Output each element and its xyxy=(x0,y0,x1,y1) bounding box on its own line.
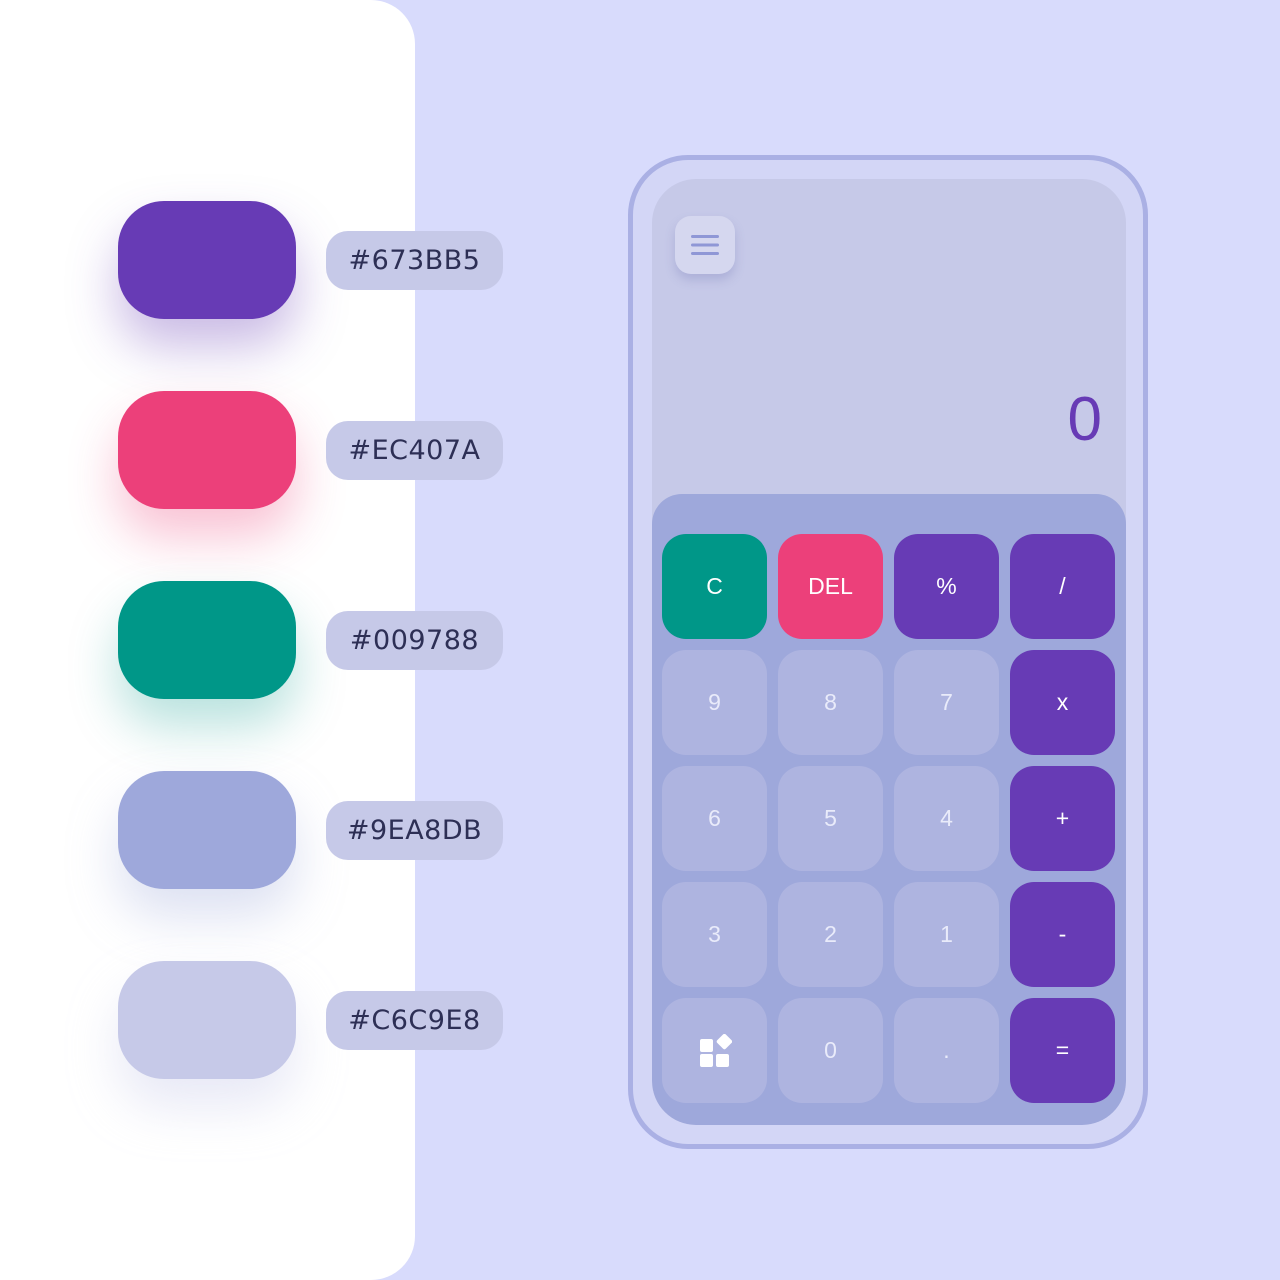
swatch-hex-label: #C6C9E8 xyxy=(326,991,503,1050)
digit-2-button[interactable]: 2 xyxy=(778,882,883,987)
percent-button[interactable]: % xyxy=(894,534,999,639)
digit-3-button[interactable]: 3 xyxy=(662,882,767,987)
swatch-hex-label: #9EA8DB xyxy=(326,801,503,860)
swatch-hex-label: #EC407A xyxy=(326,421,503,480)
add-button[interactable]: + xyxy=(1010,766,1115,871)
digit-5-button[interactable]: 5 xyxy=(778,766,883,871)
swatch-row-periwinkle: #9EA8DB xyxy=(118,771,508,891)
swatch-hex-label: #673BB5 xyxy=(326,231,503,290)
swatch-row-pink: #EC407A xyxy=(118,391,508,511)
swatch-row-purple: #673BB5 xyxy=(118,201,508,321)
color-swatch-teal xyxy=(118,581,296,699)
equals-button[interactable]: = xyxy=(1010,998,1115,1103)
swatch-row-teal: #009788 xyxy=(118,581,508,701)
calculator-screen: 0 C DEL % / 9 8 7 x 6 5 4 + 3 2 1 - 0 . … xyxy=(652,179,1126,1125)
divide-button[interactable]: / xyxy=(1010,534,1115,639)
swatch-row-lavender: #C6C9E8 xyxy=(118,961,508,1081)
color-swatch-pink xyxy=(118,391,296,509)
clear-button[interactable]: C xyxy=(662,534,767,639)
subtract-button[interactable]: - xyxy=(1010,882,1115,987)
swatch-hex-label: #009788 xyxy=(326,611,503,670)
color-swatch-purple xyxy=(118,201,296,319)
digit-8-button[interactable]: 8 xyxy=(778,650,883,755)
apps-button[interactable] xyxy=(662,998,767,1103)
multiply-button[interactable]: x xyxy=(1010,650,1115,755)
digit-7-button[interactable]: 7 xyxy=(894,650,999,755)
menu-button[interactable] xyxy=(675,216,735,274)
calculator-keypad: C DEL % / 9 8 7 x 6 5 4 + 3 2 1 - 0 . = xyxy=(652,494,1126,1125)
decimal-button[interactable]: . xyxy=(894,998,999,1103)
color-swatch-periwinkle xyxy=(118,771,296,889)
color-palette-panel: #673BB5 #EC407A #009788 #9EA8DB #C6C9E8 xyxy=(0,0,503,1280)
digit-9-button[interactable]: 9 xyxy=(662,650,767,755)
hamburger-menu-icon xyxy=(691,235,719,255)
digit-6-button[interactable]: 6 xyxy=(662,766,767,871)
calculator-device: 0 C DEL % / 9 8 7 x 6 5 4 + 3 2 1 - 0 . … xyxy=(628,155,1148,1149)
delete-button[interactable]: DEL xyxy=(778,534,883,639)
digit-0-button[interactable]: 0 xyxy=(778,998,883,1103)
apps-grid-icon xyxy=(699,1033,732,1067)
digit-4-button[interactable]: 4 xyxy=(894,766,999,871)
color-swatch-lavender xyxy=(118,961,296,1079)
calculator-display: 0 xyxy=(1067,385,1102,454)
digit-1-button[interactable]: 1 xyxy=(894,882,999,987)
